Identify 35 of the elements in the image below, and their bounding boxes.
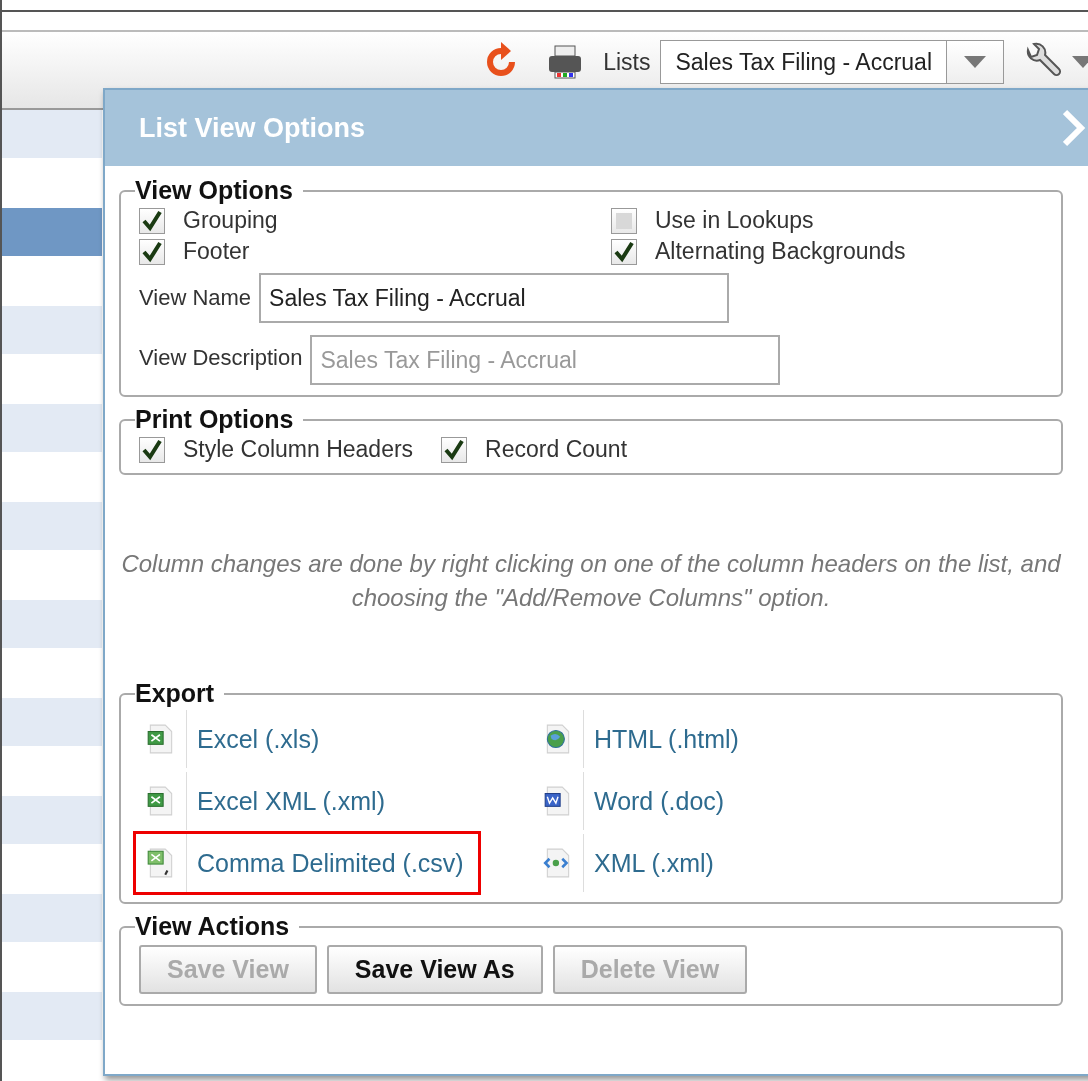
view-description-field[interactable]: Sales Tax Filing - Accrual bbox=[310, 335, 781, 385]
checkbox[interactable] bbox=[139, 436, 165, 463]
selected-list-row[interactable] bbox=[2, 208, 102, 257]
checkbox[interactable] bbox=[139, 207, 165, 234]
checkbox[interactable] bbox=[139, 238, 165, 265]
checkbox[interactable] bbox=[611, 207, 637, 234]
section-title: Export bbox=[135, 679, 216, 708]
checkbox-label: Alternating Backgrounds bbox=[655, 238, 906, 265]
export-link[interactable]: Comma Delimited (.csv) bbox=[197, 848, 464, 878]
lists-label: Lists bbox=[603, 48, 651, 76]
view-name-field[interactable]: Sales Tax Filing - Accrual bbox=[259, 273, 730, 323]
dialog-title: List View Options bbox=[139, 112, 366, 144]
section-title: Print Options bbox=[135, 405, 295, 434]
checkbox[interactable] bbox=[611, 238, 637, 265]
section-title: View Options bbox=[135, 176, 294, 205]
export-link[interactable]: XML (.xml) bbox=[594, 848, 714, 878]
export-link[interactable]: Excel XML (.xml) bbox=[197, 786, 385, 816]
checkbox[interactable] bbox=[441, 436, 468, 463]
export-link[interactable]: Word (.doc) bbox=[594, 786, 725, 816]
section-title: View Actions bbox=[135, 912, 291, 941]
help-note: Column changes are done by right clicking on one of the column headers on the list, and choosing the "Add/Remove Columns" option. bbox=[120, 549, 1062, 613]
caret-icon bbox=[964, 56, 986, 68]
checkbox-label: Grouping bbox=[183, 207, 278, 234]
close-icon[interactable] bbox=[1063, 108, 1087, 148]
action-button[interactable]: Save View As bbox=[326, 945, 543, 994]
checkbox-label: Use in Lookups bbox=[655, 207, 814, 234]
checkbox-label: Footer bbox=[183, 238, 250, 265]
checkbox-label: Style Column Headers bbox=[183, 436, 414, 463]
caret-icon[interactable] bbox=[1072, 56, 1088, 68]
export-link[interactable]: Excel (.xls) bbox=[197, 724, 320, 754]
lists-dropdown[interactable]: Sales Tax Filing - Accrual bbox=[660, 40, 1004, 84]
field-label: View Description bbox=[139, 345, 303, 371]
checkbox-label: Record Count bbox=[485, 436, 628, 463]
field-label: View Name bbox=[139, 285, 252, 311]
export-link[interactable]: HTML (.html) bbox=[594, 724, 739, 754]
